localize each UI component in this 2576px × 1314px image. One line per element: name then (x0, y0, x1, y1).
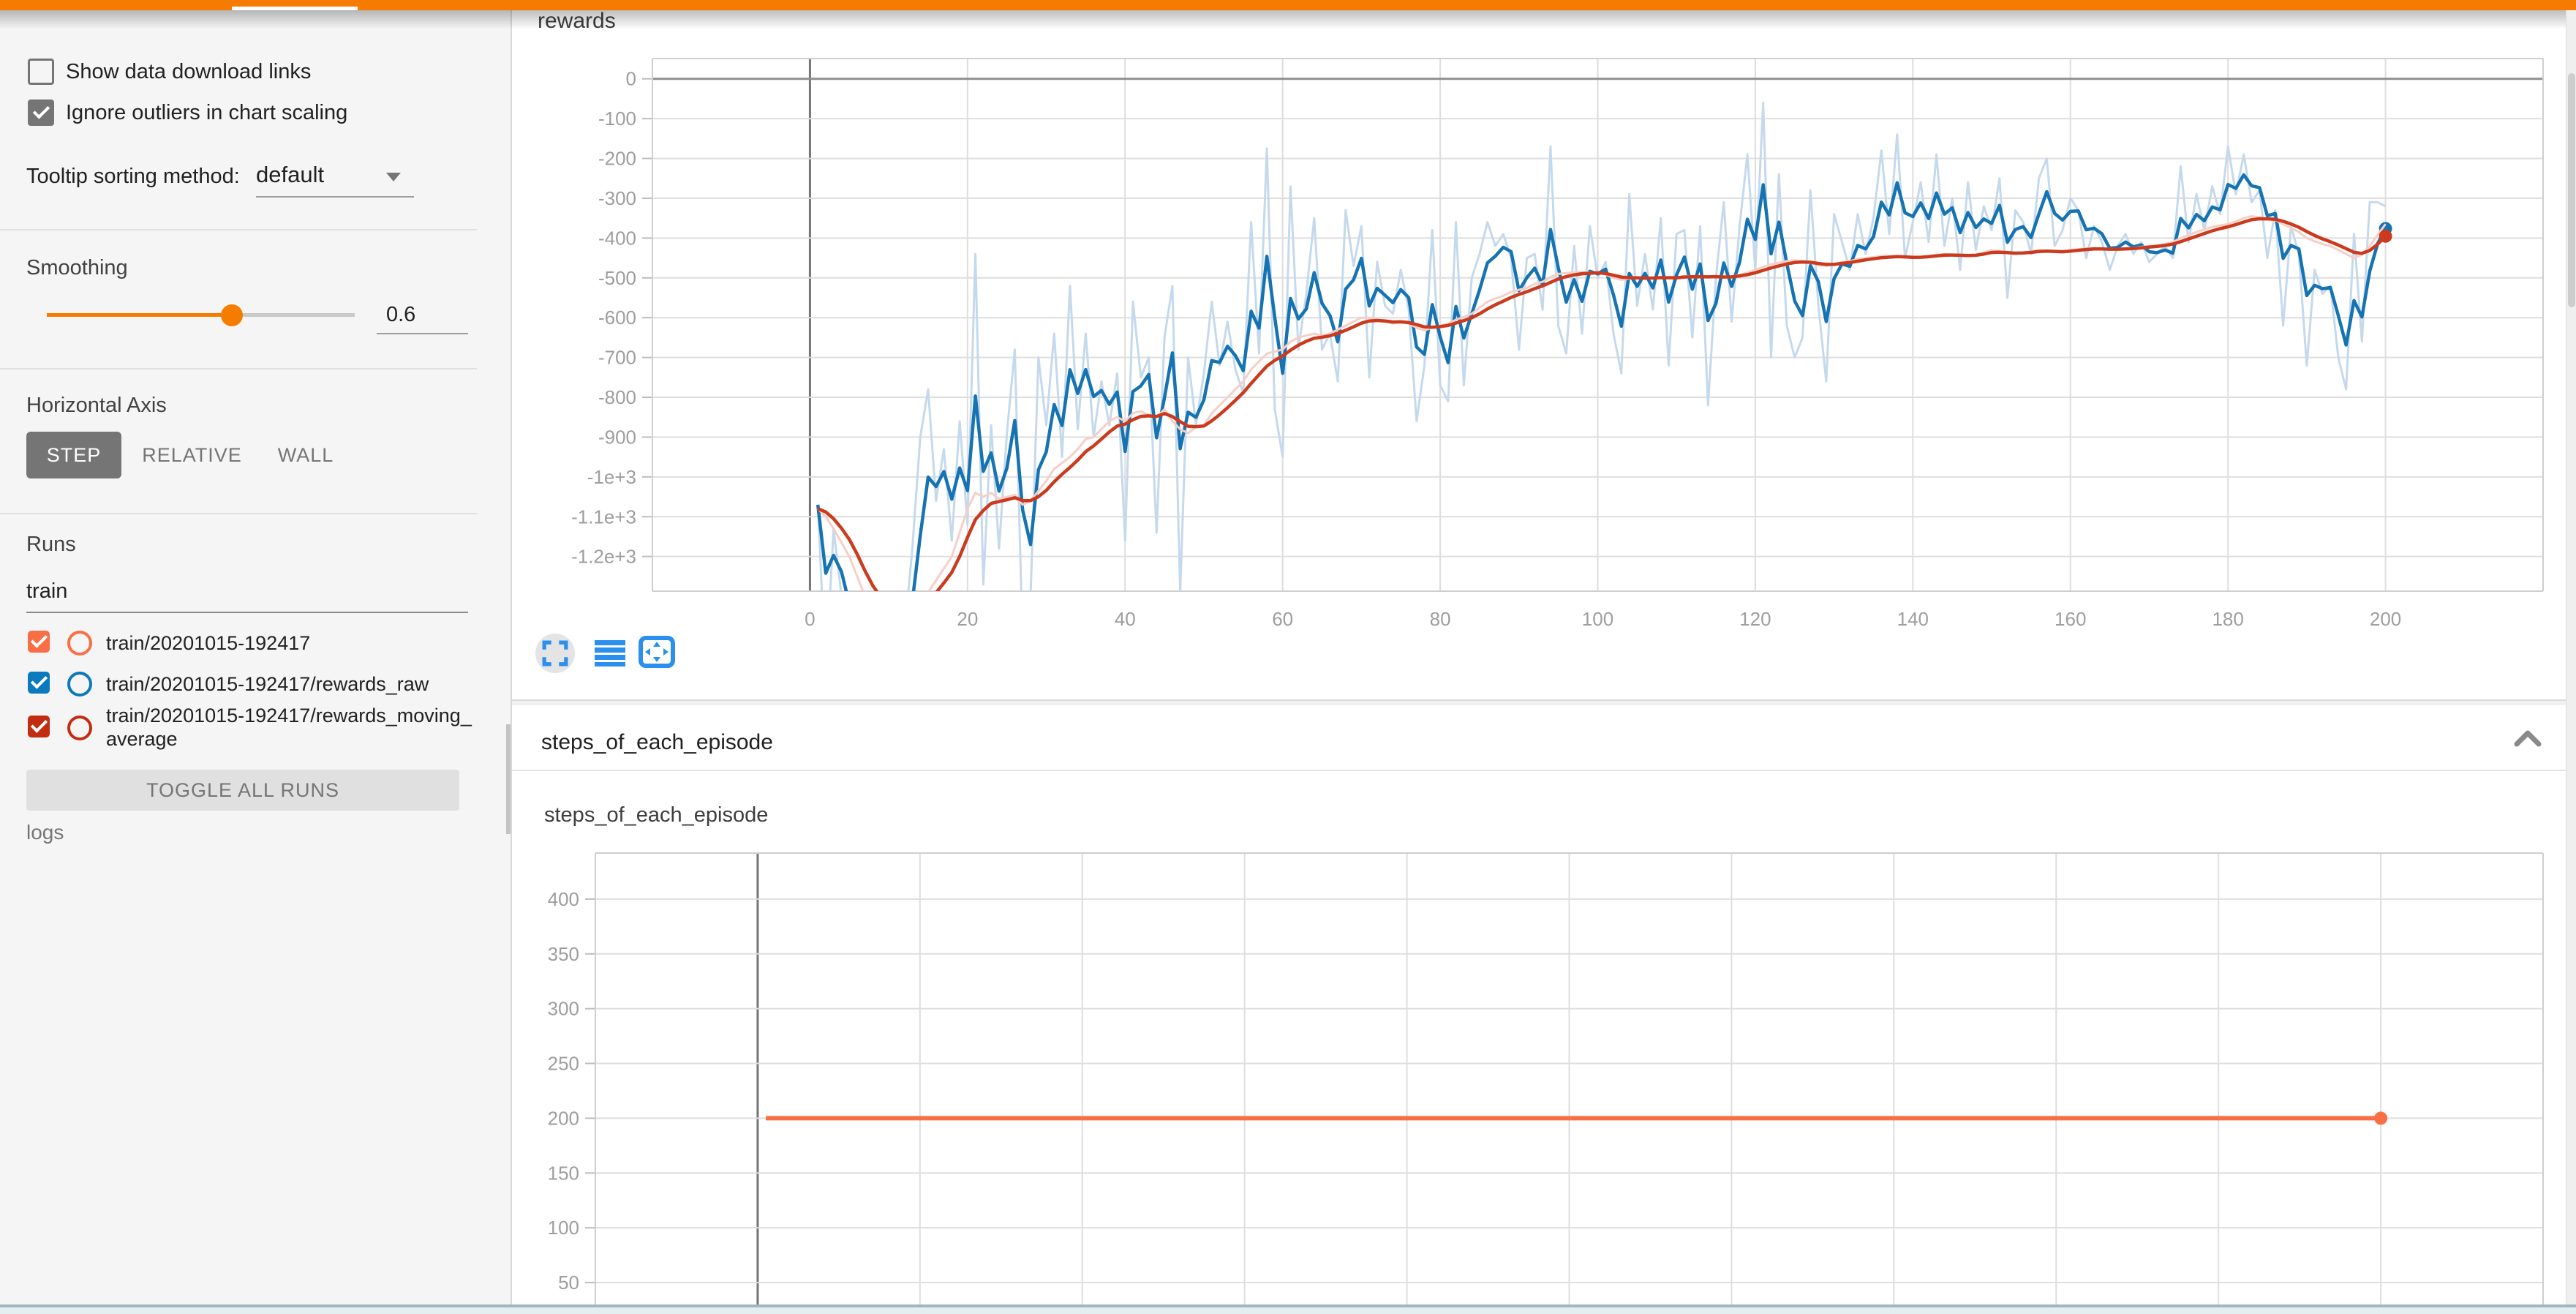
section-header-divider (512, 770, 2566, 771)
svg-text:150: 150 (548, 1162, 579, 1184)
chevron-up-icon (2513, 729, 2542, 748)
svg-text:-1e+3: -1e+3 (587, 466, 636, 488)
run-checkbox-rewards-moving-average[interactable] (28, 716, 50, 737)
check-icon (31, 716, 48, 732)
tooltip-sorting-select[interactable]: default (256, 162, 324, 188)
tooltip-sorting-underline (256, 196, 414, 198)
fullscreen-icon (542, 640, 568, 667)
page-scrollbar-thumb[interactable] (2568, 73, 2575, 307)
svg-text:250: 250 (548, 1053, 579, 1075)
runs-filter-input[interactable]: train (26, 579, 67, 604)
svg-text:120: 120 (1739, 608, 1771, 630)
run-radio-rewards-raw[interactable] (67, 672, 92, 697)
smoothing-value-underline (377, 333, 468, 334)
axis-relative-button[interactable]: RELATIVE (146, 432, 238, 478)
svg-text:-100: -100 (598, 108, 636, 129)
check-icon (31, 631, 48, 647)
run-radio-rewards-moving-average[interactable] (67, 716, 92, 740)
ignore-outliers-label: Ignore outliers in chart scaling (66, 101, 347, 125)
svg-text:-200: -200 (598, 148, 636, 170)
section-divider-band (512, 701, 2566, 705)
svg-text:-900: -900 (598, 426, 636, 448)
divider (0, 368, 477, 369)
steps-chart[interactable]: 400 350 300 250 200 150 100 50 (512, 776, 2566, 1314)
svg-text:0: 0 (626, 68, 636, 90)
divider (0, 513, 477, 514)
show-data-download-links-checkbox[interactable] (28, 59, 54, 85)
tooltip-sorting-label: Tooltip sorting method: (26, 165, 240, 189)
svg-text:50: 50 (558, 1272, 579, 1294)
run-checkbox-train[interactable] (28, 631, 50, 653)
svg-text:80: 80 (1430, 608, 1451, 630)
axis-step-button[interactable]: STEP (26, 432, 121, 478)
data-table-button[interactable] (594, 638, 626, 669)
horizontal-axis-label: Horizontal Axis (26, 394, 167, 418)
svg-text:-300: -300 (598, 187, 636, 209)
tensorboard-app: Show data download links Ignore outliers… (0, 0, 2576, 1314)
svg-text:-700: -700 (598, 347, 636, 369)
fit-to-data-icon (639, 636, 675, 668)
section-header-title[interactable]: steps_of_each_episode (541, 730, 773, 755)
logs-label: logs (26, 821, 64, 844)
check-icon (31, 672, 48, 688)
sidebar: Show data download links Ignore outliers… (0, 10, 512, 1314)
bottom-edge-light (0, 1307, 2576, 1314)
header-bar (0, 0, 2576, 10)
svg-text:350: 350 (548, 943, 579, 965)
run-radio-train[interactable] (67, 631, 92, 656)
steps-card-title: steps_of_each_episode (544, 803, 768, 827)
runs-label: Runs (26, 533, 76, 557)
svg-text:400: 400 (548, 888, 579, 910)
check-icon (33, 102, 50, 119)
axis-wall-button[interactable]: WALL (276, 432, 335, 478)
rewards-card-title: rewards (538, 9, 616, 34)
svg-text:300: 300 (548, 998, 579, 1020)
svg-text:200: 200 (2370, 608, 2401, 630)
svg-text:-500: -500 (598, 267, 636, 289)
sidebar-scrollbar-thumb[interactable] (506, 724, 511, 834)
svg-text:-400: -400 (598, 227, 636, 249)
svg-text:100: 100 (548, 1217, 579, 1239)
smoothing-label: Smoothing (26, 256, 128, 280)
page-scrollbar[interactable] (2566, 10, 2576, 1314)
fullscreen-button[interactable] (535, 634, 575, 673)
smoothing-slider-fill (47, 313, 232, 317)
svg-text:-1.2e+3: -1.2e+3 (571, 546, 636, 568)
svg-text:0: 0 (805, 608, 815, 630)
ignore-outliers-checkbox[interactable] (28, 100, 54, 126)
run-label: train/20201015-192417 (106, 631, 475, 655)
svg-text:20: 20 (957, 608, 978, 630)
runs-filter-underline (26, 612, 468, 613)
svg-text:100: 100 (1582, 608, 1613, 630)
divider (0, 229, 477, 230)
svg-text:140: 140 (1897, 608, 1929, 630)
svg-text:-1.1e+3: -1.1e+3 (571, 506, 636, 528)
svg-text:180: 180 (2212, 608, 2243, 630)
svg-text:-600: -600 (598, 307, 636, 328)
toggle-all-runs-button[interactable]: TOGGLE ALL RUNS (26, 770, 459, 811)
run-checkbox-rewards-raw[interactable] (28, 672, 50, 694)
collapse-section-button[interactable] (2513, 729, 2542, 751)
svg-text:60: 60 (1272, 608, 1293, 630)
smoothing-value[interactable]: 0.6 (386, 303, 415, 327)
svg-text:160: 160 (2055, 608, 2086, 630)
svg-text:200: 200 (548, 1107, 579, 1129)
active-tab-underline (232, 7, 358, 10)
smoothing-slider-thumb[interactable] (221, 304, 243, 326)
run-label: train/20201015-192417/rewards_moving_ave… (106, 704, 475, 751)
rewards-chart[interactable]: 0 -100 -200 -300 -400 -500 -600 -700 -800 -900 -1e… (512, 0, 2566, 702)
svg-text:40: 40 (1115, 608, 1136, 630)
fit-domain-button[interactable] (638, 635, 676, 669)
lines-icon (595, 639, 625, 668)
svg-text:-800: -800 (598, 386, 636, 408)
run-label: train/20201015-192417/rewards_raw (106, 672, 475, 696)
chevron-down-icon[interactable] (386, 173, 401, 181)
show-data-download-links-label: Show data download links (66, 60, 311, 84)
